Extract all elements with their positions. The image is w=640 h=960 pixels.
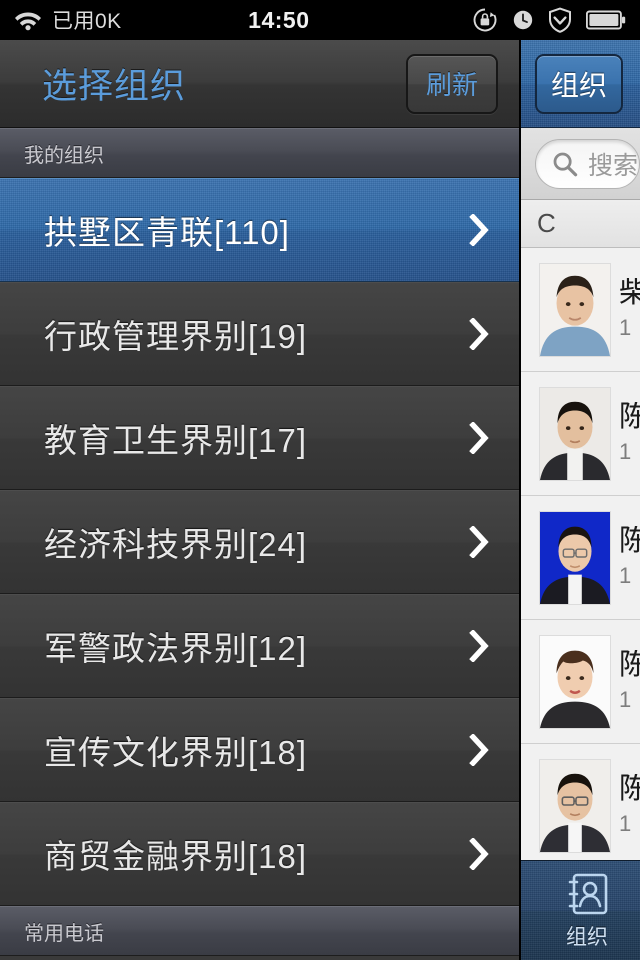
org-list-item-3[interactable]: 经济科技界别[24] <box>0 490 520 594</box>
data-usage-label: 已用0K <box>52 10 122 33</box>
pane-divider <box>519 40 521 960</box>
contact-list-item-2[interactable]: 陈 1 <box>521 496 640 620</box>
tab-label-organization[interactable]: 组织 <box>566 921 608 951</box>
contact-name: 陈 <box>619 774 640 806</box>
org-item-label: 教育卫生界别[17] <box>44 422 308 459</box>
avatar <box>539 386 611 481</box>
chevron-right-icon <box>468 837 490 871</box>
org-item-label: 经济科技界别[24] <box>44 526 308 563</box>
contact-phone: 1 <box>619 563 632 589</box>
contact-text: 陈 1 <box>619 650 640 714</box>
contacts-book-icon <box>564 871 610 917</box>
avatar <box>539 758 611 853</box>
shield-icon <box>548 7 572 33</box>
chevron-right-icon <box>468 213 490 247</box>
search-placeholder: 搜索 <box>588 151 639 180</box>
org-list-item-2[interactable]: 教育卫生界别[17] <box>0 386 520 490</box>
chevron-right-icon <box>468 629 490 663</box>
chevron-right-icon <box>468 525 490 559</box>
status-bar-right <box>472 7 640 33</box>
org-list-item-4[interactable]: 军警政法界别[12] <box>0 594 520 698</box>
org-item-label: 拱墅区青联[110] <box>44 214 290 251</box>
contact-phone: 1 <box>619 811 632 837</box>
contact-text: 柴 1 <box>619 278 640 342</box>
contacts-pane: 组织 搜索 C 1 1 1 1 1 组织 <box>520 40 640 960</box>
refresh-button[interactable]: 刷新 <box>406 53 498 114</box>
contact-phone: 1 <box>619 439 632 465</box>
status-bar: 已用0K 14:50 <box>0 0 640 40</box>
contact-text: 陈 1 <box>619 774 640 838</box>
page-title: 选择组织 <box>42 67 187 106</box>
contact-name: 陈 <box>619 650 640 682</box>
left-nav-bar: 选择组织 刷新 <box>0 40 520 128</box>
contact-text: 陈 1 <box>619 402 640 466</box>
org-list-item-6[interactable]: 商贸金融界别[18] <box>0 802 520 906</box>
alarm-clock-icon <box>512 9 534 31</box>
status-bar-clock: 14:50 <box>248 6 310 33</box>
org-item-label: 行政管理界别[19] <box>44 318 308 355</box>
search-icon <box>550 149 580 179</box>
chevron-right-icon <box>468 733 490 767</box>
wifi-icon <box>14 9 42 31</box>
org-list-item-1[interactable]: 行政管理界别[19] <box>0 282 520 386</box>
avatar <box>539 634 611 729</box>
contact-name: 陈 <box>619 526 640 558</box>
organization-button[interactable]: 组织 <box>535 53 624 114</box>
right-nav-bar: 组织 <box>521 40 640 128</box>
section-header-my-organization: 我的组织 <box>0 128 520 178</box>
contact-phone: 1 <box>619 687 632 713</box>
org-list-item-5[interactable]: 宣传文化界别[18] <box>0 698 520 802</box>
contact-phone: 1 <box>619 315 632 341</box>
org-item-label: 商贸金融界别[18] <box>44 838 308 875</box>
avatar <box>539 262 611 357</box>
status-bar-left: 已用0K <box>0 5 122 35</box>
bottom-tab-bar: 组织 <box>521 860 640 960</box>
contact-name: 陈 <box>619 402 640 434</box>
search-bar: 搜索 <box>521 128 640 200</box>
section-header-common-phones: 常用电话 <box>0 906 520 956</box>
organization-list: 拱墅区青联[110] 行政管理界别[19] 教育卫生界别[17] 经济科技界别[… <box>0 178 520 906</box>
search-input[interactable]: 搜索 <box>535 138 640 189</box>
org-item-label: 宣传文化界别[18] <box>44 734 308 771</box>
org-item-label: 军警政法界别[12] <box>44 630 308 667</box>
chevron-right-icon <box>468 317 490 351</box>
contact-list-item-3[interactable]: 陈 1 <box>521 620 640 744</box>
contact-text: 陈 1 <box>619 526 640 590</box>
contact-name: 柴 <box>619 278 640 310</box>
avatar <box>539 510 611 605</box>
rotation-lock-icon <box>472 7 498 33</box>
app-root: 已用0K 14:50 选择组织 刷新 我的组织 拱墅区青联[110] 行政管理界… <box>0 0 640 960</box>
org-list-item-0[interactable]: 拱墅区青联[110] <box>0 178 520 282</box>
organization-picker-pane: 选择组织 刷新 我的组织 拱墅区青联[110] 行政管理界别[19] 教育卫生界… <box>0 40 520 960</box>
contacts-index-header: C <box>521 200 640 248</box>
chevron-right-icon <box>468 421 490 455</box>
battery-icon <box>585 9 626 31</box>
contact-list-item-1[interactable]: 陈 1 <box>521 372 640 496</box>
contact-list-item-4[interactable]: 陈 1 <box>521 744 640 868</box>
contact-list-item-0[interactable]: 柴 1 <box>521 248 640 372</box>
status-bar-center: 14:50 <box>122 7 472 34</box>
